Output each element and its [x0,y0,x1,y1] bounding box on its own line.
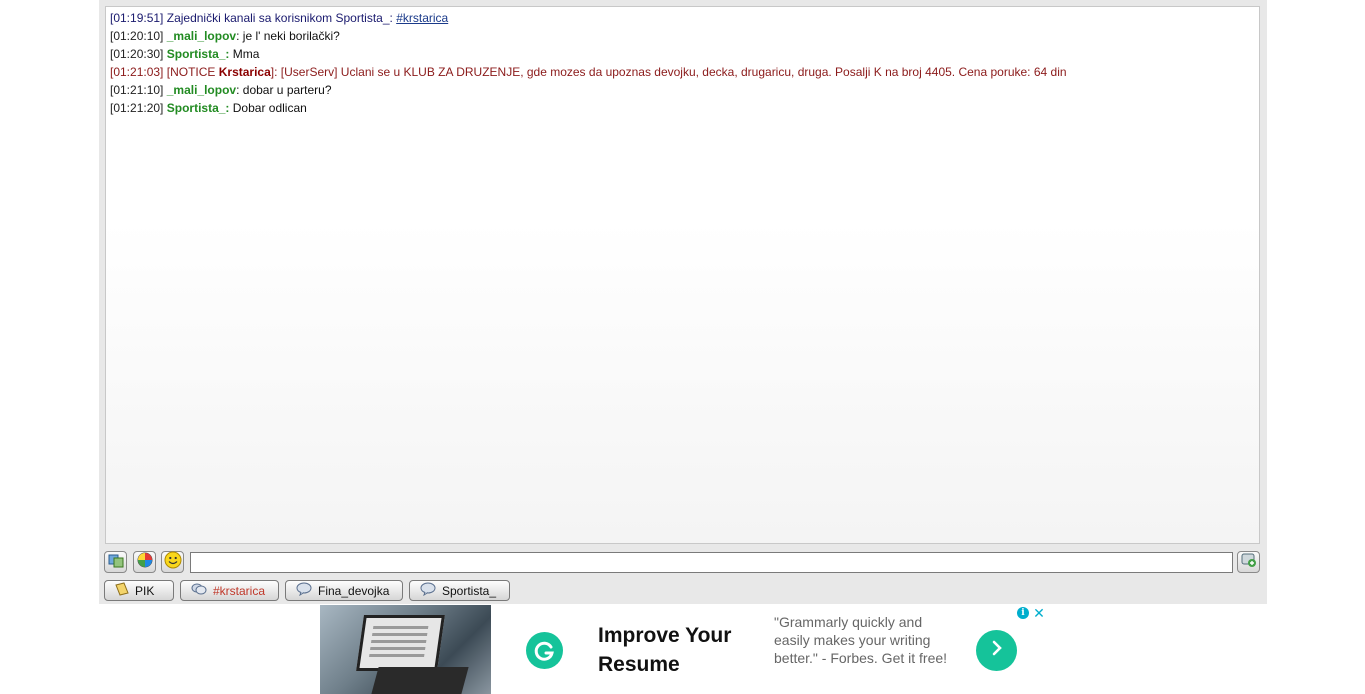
laptop-screen [356,615,445,671]
tab-fina-devojka[interactable]: Fina_devojka [285,580,403,601]
chat-line: [01:20:30] Sportista_: Mma [110,45,1255,63]
nick-separator: : [225,101,230,115]
nick-mali-lopov[interactable]: _mali_lopov [167,83,236,97]
ad-image [320,605,491,694]
notice-prefix: [NOTICE [166,65,216,79]
channel-icon [191,582,207,599]
nick-separator: : [236,83,240,97]
tab-pik[interactable]: PIK [104,580,174,601]
laptop-keyboard [371,667,469,694]
send-button[interactable] [1237,551,1260,573]
timestamp: [01:21:20] [110,101,164,115]
chat-log[interactable]: [01:19:51] Zajednički kanali sa korisnik… [105,6,1260,544]
ad-banner[interactable]: Improve Your Resume "Grammarly quickly a… [320,605,1047,694]
chat-line: [01:21:10] _mali_lopov: dobar u parteru? [110,81,1255,99]
nick-separator: : [225,47,230,61]
tab-label: Sportista_ [442,583,497,598]
message-text: Dobar odlican [232,101,307,115]
tab-sportista[interactable]: Sportista_ [409,580,510,601]
timestamp: [01:20:10] [110,29,164,43]
users-button[interactable] [104,551,127,573]
timestamp: [01:19:51] [110,11,164,25]
ad-close-icon[interactable]: ✕ [1032,605,1046,621]
nick-sportista[interactable]: Sportista_ [167,101,226,115]
tab-krstarica[interactable]: #krstarica [180,580,279,601]
notice-suffix: ]: [270,65,278,79]
nick-mali-lopov[interactable]: _mali_lopov [167,29,236,43]
nick-krstarica[interactable]: Krstarica [219,65,271,79]
tab-label: Fina_devojka [318,583,390,598]
chat-line: [01:21:20] Sportista_: Dobar odlican [110,99,1255,117]
ad-quote: "Grammarly quickly and easily makes your… [774,614,948,666]
tab-label: PIK [135,583,155,598]
ad-headline: Improve Your Resume [598,624,732,676]
message-text: dobar u parteru? [242,83,332,97]
chat-line-system: [01:19:51] Zajednički kanali sa korisnik… [110,9,1255,27]
nick-sportista[interactable]: Sportista_ [167,47,226,61]
chevron-right-icon [989,639,1005,662]
message-input[interactable] [190,552,1233,573]
smiley-icon [164,551,182,574]
notice-text: [UserServ] Uclani se u KLUB ZA DRUZENJE,… [280,65,1067,79]
chat-line: [01:20:10] _mali_lopov: je l' neki boril… [110,27,1255,45]
speech-bubble-icon [296,582,312,599]
send-icon [1241,552,1257,573]
channel-link[interactable]: #krstarica [396,11,448,25]
system-message: Zajednički kanali sa korisnikom Sportist… [166,11,393,25]
message-text: je l' neki borilački? [242,29,340,43]
ad-info-icon[interactable]: i [1017,607,1029,619]
ad-cta-button[interactable] [976,630,1017,671]
tab-label: #krstarica [213,583,266,598]
speech-bubble-icon [420,582,436,599]
nick-separator: : [236,29,240,43]
timestamp: [01:21:03] [110,65,164,79]
chat-line-notice: [01:21:03] [NOTICE Krstarica]: [UserServ… [110,63,1255,81]
message-text: Mma [232,47,260,61]
color-palette-icon [137,552,153,573]
smiley-button[interactable] [161,551,184,573]
users-icon [108,552,124,573]
color-button[interactable] [133,551,156,573]
grammarly-logo-icon [526,632,563,669]
timestamp: [01:20:30] [110,47,164,61]
notepad-icon [115,582,129,599]
timestamp: [01:21:10] [110,83,164,97]
